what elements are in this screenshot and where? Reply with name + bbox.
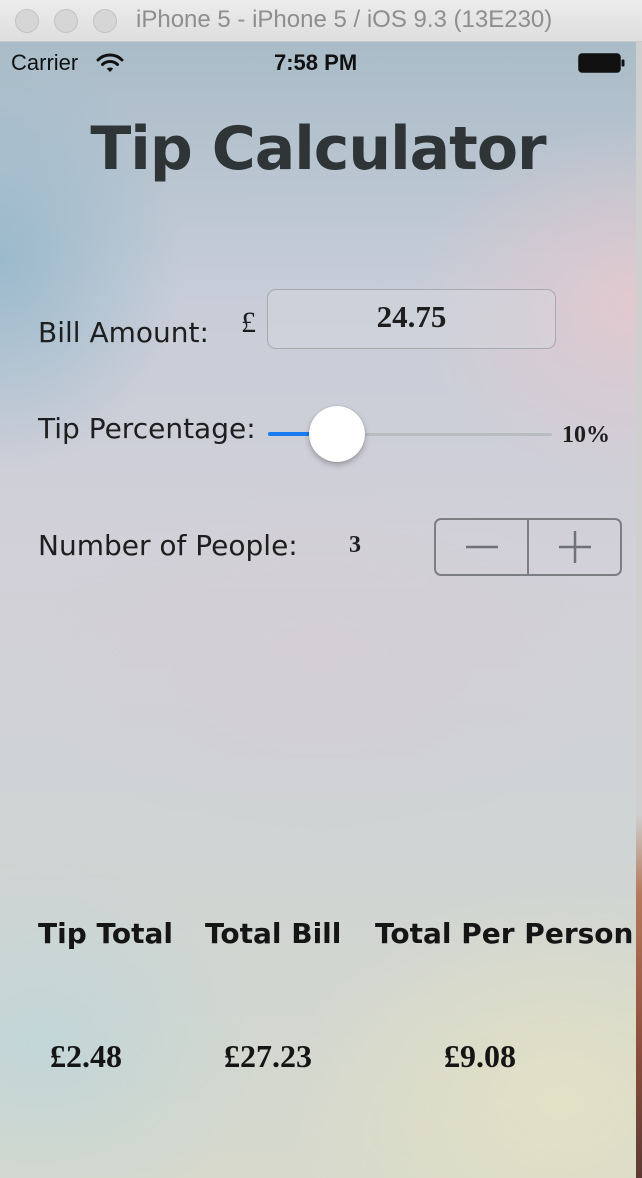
app-title: Tip Calculator <box>90 114 546 184</box>
total-bill-value: £27.23 <box>224 1038 312 1074</box>
tip-percentage-slider[interactable] <box>268 404 552 464</box>
slider-thumb[interactable] <box>309 406 366 462</box>
bill-amount-label: Bill Amount: <box>38 316 209 349</box>
battery-icon <box>578 53 625 73</box>
total-per-person-value: £9.08 <box>444 1038 516 1074</box>
minimize-window-button[interactable] <box>54 9 78 33</box>
close-window-button[interactable] <box>15 9 39 33</box>
simulator-window: iPhone 5 - iPhone 5 / iOS 9.3 (13E230) C… <box>0 0 642 1178</box>
tip-total-header: Tip Total <box>38 917 173 950</box>
plus-icon <box>558 531 591 563</box>
total-per-person-header: Total Per Person <box>375 917 634 950</box>
window-title: iPhone 5 - iPhone 5 / iOS 9.3 (13E230) <box>136 6 553 33</box>
tip-total-value: £2.48 <box>50 1038 122 1074</box>
device-screen: Carrier 7:58 PM Tip Calculator Bill Amou… <box>0 42 636 1178</box>
status-bar: Carrier 7:58 PM <box>0 42 636 82</box>
total-bill-header: Total Bill <box>205 917 342 950</box>
status-time: 7:58 PM <box>274 50 358 75</box>
increment-button[interactable] <box>527 520 620 574</box>
desktop-edge <box>636 42 642 1178</box>
tip-percentage-label: Tip Percentage: <box>38 412 256 445</box>
minus-icon <box>465 545 498 549</box>
tip-percentage-value: 10% <box>562 422 610 448</box>
people-stepper[interactable] <box>434 518 622 576</box>
number-of-people-label: Number of People: <box>38 529 298 562</box>
bill-amount-input[interactable]: 24.75 <box>267 289 556 349</box>
zoom-window-button[interactable] <box>93 9 117 33</box>
carrier-label: Carrier <box>11 50 79 75</box>
window-titlebar: iPhone 5 - iPhone 5 / iOS 9.3 (13E230) <box>0 0 642 42</box>
decrement-button[interactable] <box>436 520 527 574</box>
currency-symbol: £ <box>241 306 256 339</box>
people-count-value: 3 <box>349 532 361 558</box>
wifi-icon <box>96 53 124 72</box>
